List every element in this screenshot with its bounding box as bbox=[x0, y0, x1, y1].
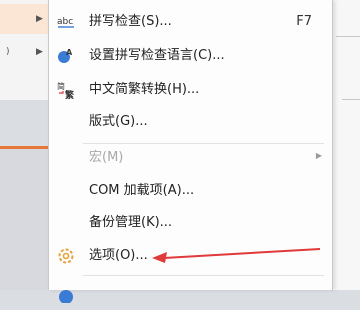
menu-item-partial[interactable] bbox=[49, 278, 332, 310]
spellcheck-icon: abc bbox=[57, 17, 74, 28]
red-arrow-annotation bbox=[152, 248, 321, 263]
menu-item-com-addins[interactable]: COM 加载项(A)... bbox=[49, 175, 332, 207]
menu-item-spell-language[interactable]: A 设置拼写检查语言(C)... bbox=[49, 40, 332, 72]
svg-text:abc: abc bbox=[57, 17, 73, 27]
menu-item-label: 设置拼写检查语言(C)... bbox=[89, 48, 225, 63]
menu-item-layout[interactable]: 版式(G)... bbox=[49, 106, 332, 138]
parent-arrow-icon: ) bbox=[6, 47, 10, 57]
menu-separator bbox=[83, 275, 324, 276]
menu-item-backup[interactable]: 备份管理(K)... bbox=[49, 207, 332, 239]
submenu-arrow-icon: ▶ bbox=[315, 151, 322, 160]
menu-item-chinese-convert[interactable]: 简 繁 中文简繁转换(H)... bbox=[49, 74, 332, 106]
language-icon: A bbox=[58, 48, 73, 63]
menu-item-label: 宏(M) bbox=[89, 150, 124, 165]
partial-icon bbox=[59, 290, 73, 303]
menu-item-spellcheck[interactable]: abc 拼写检查(S)... F7 bbox=[49, 6, 332, 38]
menu-item-label: 备份管理(K)... bbox=[89, 215, 173, 230]
menu-item-label: 版式(G)... bbox=[89, 114, 148, 129]
chinese-convert-icon: 简 繁 bbox=[57, 81, 75, 99]
menu-item-macro: 宏(M) ▶ bbox=[49, 142, 332, 174]
menu-item-label: 中文简繁转换(H)... bbox=[89, 82, 200, 97]
svg-text:繁: 繁 bbox=[64, 89, 75, 99]
gear-icon bbox=[58, 248, 74, 264]
svg-text:简: 简 bbox=[57, 81, 65, 91]
document-area bbox=[330, 0, 360, 290]
menu-item-label: 选项(O)... bbox=[89, 248, 148, 263]
background-panel bbox=[0, 149, 50, 290]
menu-item-label: 拼写检查(S)... bbox=[89, 14, 172, 29]
parent-submenu-arrow-icon: ▶ bbox=[36, 14, 43, 24]
menu-item-label: COM 加载项(A)... bbox=[89, 183, 195, 198]
parent-submenu-arrow-icon-2: ▶ bbox=[36, 47, 43, 57]
svg-text:A: A bbox=[66, 48, 73, 57]
shortcut-label: F7 bbox=[296, 14, 312, 29]
